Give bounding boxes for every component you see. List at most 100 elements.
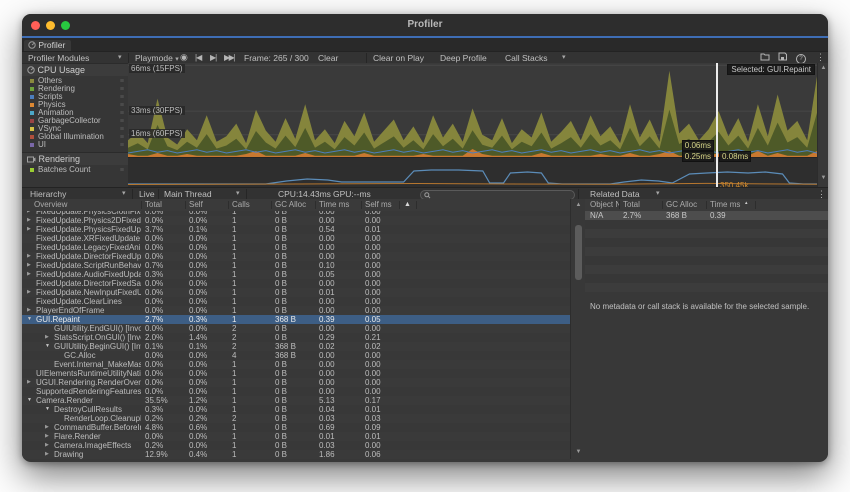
- selected-frame-line[interactable]: [716, 63, 718, 187]
- collapsed-arrow-icon[interactable]: ▶: [27, 270, 31, 279]
- table-row[interactable]: FixedUpdate.DirectorFixedSampleCallback0…: [22, 279, 570, 288]
- column-total[interactable]: Total: [623, 199, 640, 211]
- drag-handle-icon[interactable]: ≡: [120, 167, 124, 175]
- column-time-ms[interactable]: Time ms: [710, 199, 740, 211]
- scroll-down-icon[interactable]: ▼: [818, 175, 828, 181]
- table-row[interactable]: GUIUtility.EndGUI() [Invoke]0.0%0.0%20 B…: [22, 324, 570, 333]
- table-row[interactable]: ▶CommandBuffer.BeforeImageEffects4.8%0.6…: [22, 423, 570, 432]
- column-total[interactable]: Total: [145, 199, 162, 211]
- kebab-menu-icon[interactable]: ⋮: [816, 52, 825, 63]
- record-icon[interactable]: ◉: [180, 52, 188, 63]
- sample-value: 0.0%: [189, 288, 229, 297]
- column-self-ms[interactable]: Self ms: [365, 199, 392, 211]
- scroll-up-icon[interactable]: ▲: [571, 202, 586, 208]
- clear-on-play-toggle[interactable]: Clear on Play: [373, 53, 424, 63]
- table-row[interactable]: ▶StatsScript.OnGUI() [Invoke]2.0%1.4%20 …: [22, 333, 570, 342]
- thread-dropdown[interactable]: Main Thread: [164, 189, 212, 199]
- profiler-modules-dropdown[interactable]: Profiler Modules: [28, 53, 89, 63]
- previous-frame-icon[interactable]: |◀: [195, 52, 201, 63]
- column-self[interactable]: Self: [189, 199, 203, 211]
- table-row[interactable]: SupportedRenderingFeatures.Get0.0%0.0%10…: [22, 387, 570, 396]
- table-row[interactable]: ▼DestroyCullResults0.3%0.0%10 B0.040.01: [22, 405, 570, 414]
- module-item-ui[interactable]: UI≡: [22, 141, 128, 149]
- collapsed-arrow-icon[interactable]: ▶: [45, 423, 49, 432]
- table-row[interactable]: ▶Drawing12.9%0.4%10 B1.860.06: [22, 450, 570, 459]
- table-row[interactable]: ▶FixedUpdate.ScriptRunBehaviourFixedUpda…: [22, 261, 570, 270]
- table-row[interactable]: FixedUpdate.ClearLines0.0%0.0%10 B0.000.…: [22, 297, 570, 306]
- tab-profiler[interactable]: Profiler: [24, 40, 71, 51]
- table-row[interactable]: FixedUpdate.LegacyFixedAnimationUpdate0.…: [22, 243, 570, 252]
- column-time-ms[interactable]: Time ms: [319, 199, 349, 211]
- chevron-down-icon[interactable]: ▾: [118, 53, 122, 63]
- charts-scrollbar[interactable]: ▲ ▼: [817, 63, 828, 187]
- related-row-selected[interactable]: N/A2.7%368 B0.39: [585, 211, 828, 220]
- table-row[interactable]: ▶FixedUpdate.NewInputFixedUpdate0.0%0.0%…: [22, 288, 570, 297]
- expanded-arrow-icon[interactable]: ▼: [45, 342, 50, 351]
- expanded-arrow-icon[interactable]: ▼: [27, 315, 32, 324]
- chevron-down-icon[interactable]: ▾: [656, 189, 660, 199]
- collapsed-arrow-icon[interactable]: ▶: [27, 216, 31, 225]
- collapsed-arrow-icon[interactable]: ▶: [27, 225, 31, 234]
- next-frame-icon[interactable]: ▶|: [210, 52, 216, 63]
- collapsed-arrow-icon[interactable]: ▶: [27, 306, 31, 315]
- table-row[interactable]: UIElementsRuntimeUtilityNativeUpdate0.0%…: [22, 369, 570, 378]
- sample-name: PlayerEndOfFrame: [36, 306, 141, 315]
- collapsed-arrow-icon[interactable]: ▶: [27, 261, 31, 270]
- table-row[interactable]: Event.Internal_MakeMasterEventCurrent0.0…: [22, 360, 570, 369]
- table-row-selected[interactable]: ▼GUI.Repaint2.7%0.3%1368 B0.390.05: [22, 315, 570, 324]
- chevron-down-icon[interactable]: ▾: [562, 53, 566, 63]
- collapsed-arrow-icon[interactable]: ▶: [27, 378, 31, 387]
- separator: [578, 189, 579, 199]
- table-row[interactable]: ▶UGUI.Rendering.RenderOverlays0.0%0.0%10…: [22, 378, 570, 387]
- current-frame-icon[interactable]: ▶▶|: [224, 52, 234, 63]
- kebab-menu-icon[interactable]: ⋮: [817, 189, 826, 199]
- expanded-arrow-icon[interactable]: ▼: [27, 396, 32, 405]
- table-row[interactable]: ▶Camera.ImageEffects0.2%0.0%10 B0.030.00: [22, 441, 570, 450]
- column-calls[interactable]: Calls: [232, 199, 250, 211]
- chevron-down-icon[interactable]: ▾: [236, 189, 240, 199]
- column-overview[interactable]: Overview: [34, 199, 67, 211]
- table-row[interactable]: ▶FixedUpdate.DirectorFixedUpdate0.0%0.0%…: [22, 252, 570, 261]
- call-stacks-dropdown[interactable]: Call Stacks: [505, 53, 548, 63]
- sample-value: 0.00: [365, 351, 405, 360]
- table-row[interactable]: GC.Alloc0.0%0.0%4368 B0.000.00: [22, 351, 570, 360]
- view-mode-dropdown[interactable]: Hierarchy: [30, 189, 66, 199]
- clear-button[interactable]: Clear: [318, 53, 338, 63]
- table-row[interactable]: RenderLoop.CleanupNodeQueue0.2%0.2%20 B0…: [22, 414, 570, 423]
- scroll-up-icon[interactable]: ▲: [818, 65, 828, 71]
- table-row[interactable]: ▼Camera.Render35.5%1.2%10 B5.130.17: [22, 396, 570, 405]
- table-row[interactable]: FixedUpdate.XRFixedUpdate0.0%0.0%10 B0.0…: [22, 234, 570, 243]
- expanded-arrow-icon[interactable]: ▼: [45, 405, 50, 414]
- table-row[interactable]: ▶Flare.Render0.0%0.0%10 B0.010.01: [22, 432, 570, 441]
- chevron-down-icon[interactable]: ▾: [122, 189, 126, 199]
- table-row[interactable]: ▶PlayerEndOfFrame0.0%0.0%10 B0.000.00: [22, 306, 570, 315]
- column-gc-alloc[interactable]: GC Alloc: [666, 199, 697, 211]
- table-row[interactable]: ▶FixedUpdate.AudioFixedUpdate0.3%0.0%10 …: [22, 270, 570, 279]
- search-input[interactable]: [420, 190, 575, 200]
- collapsed-arrow-icon[interactable]: ▶: [45, 333, 49, 342]
- table-row[interactable]: ▶FixedUpdate.PhysicsFixedUpdate3.7%0.1%1…: [22, 225, 570, 234]
- collapsed-arrow-icon[interactable]: ▶: [45, 441, 49, 450]
- related-data-dropdown[interactable]: Related Data: [590, 189, 640, 199]
- related-value: 0.39: [710, 211, 750, 220]
- scrollbar-thumb[interactable]: [575, 225, 582, 280]
- collapse-filter-icon[interactable]: ▲: [404, 199, 411, 211]
- scroll-down-icon[interactable]: ▼: [571, 449, 586, 455]
- cpu-usage-module-header[interactable]: CPU Usage: [22, 63, 128, 76]
- deep-profile-toggle[interactable]: Deep Profile: [440, 53, 487, 63]
- table-row[interactable]: ▼GUIUtility.BeginGUI() [Invoke]0.1%0.1%2…: [22, 342, 570, 351]
- collapsed-arrow-icon[interactable]: ▶: [27, 288, 31, 297]
- column-gc-alloc[interactable]: GC Alloc: [275, 199, 306, 211]
- collapsed-arrow-icon[interactable]: ▶: [27, 252, 31, 261]
- column-object-name[interactable]: Object Name: [590, 199, 620, 211]
- sample-value: 0.0%: [145, 234, 185, 243]
- drag-handle-icon[interactable]: ≡: [120, 142, 124, 150]
- collapsed-arrow-icon[interactable]: ▶: [45, 432, 49, 441]
- collapsed-arrow-icon[interactable]: ▶: [45, 450, 49, 459]
- sample-value: 0.6%: [189, 423, 229, 432]
- rendering-module-header[interactable]: Rendering: [22, 152, 128, 165]
- live-toggle[interactable]: Live: [139, 189, 155, 199]
- table-row[interactable]: ▶FixedUpdate.Physics2DFixedUpdate0.0%0.0…: [22, 216, 570, 225]
- module-item-batches-count[interactable]: Batches Count≡: [22, 166, 128, 174]
- related-row-empty: [585, 265, 828, 274]
